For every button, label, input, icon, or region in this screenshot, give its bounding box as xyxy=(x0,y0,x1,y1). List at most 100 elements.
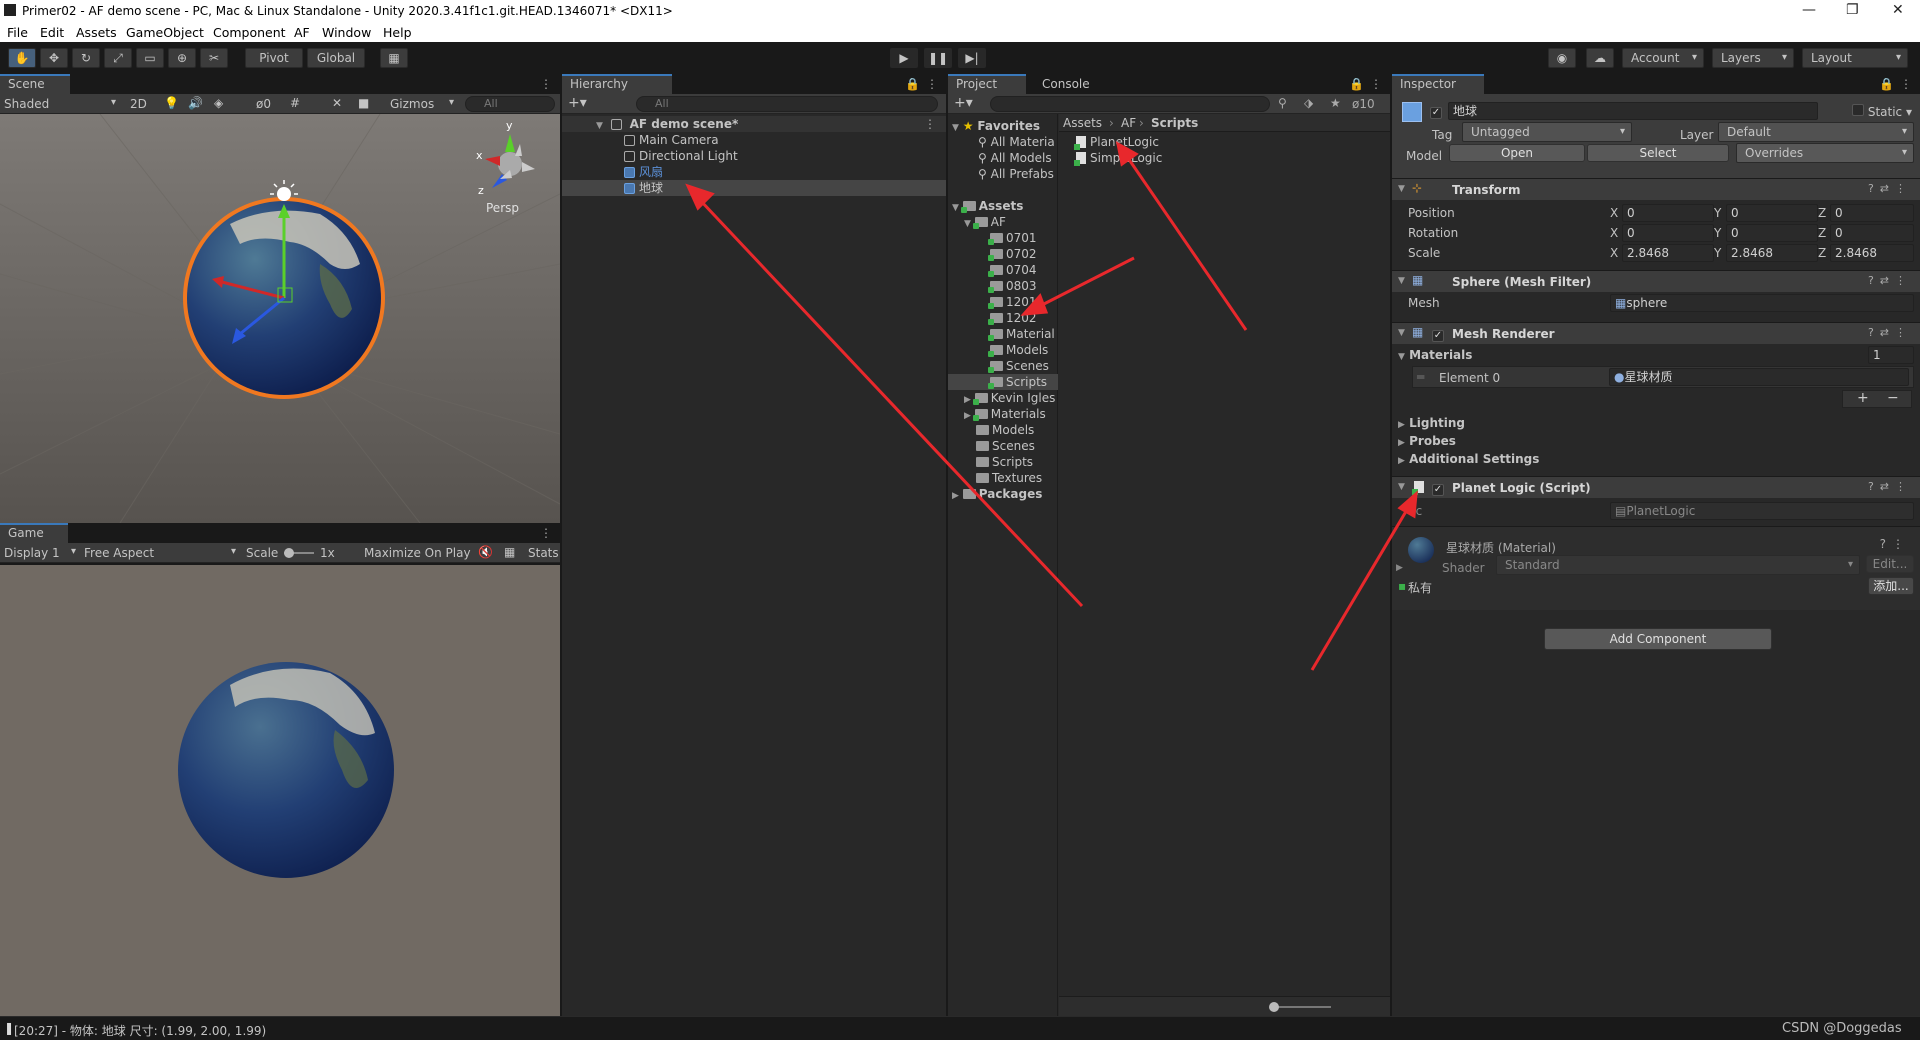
hidden-objects-icon[interactable]: ø0 xyxy=(256,97,271,111)
toggle-2d[interactable]: 2D xyxy=(130,97,147,111)
tools-icon[interactable]: ✕ xyxy=(332,96,342,110)
materials-foldout[interactable]: ▼ Materials xyxy=(1398,348,1472,362)
play-button[interactable]: ▶ xyxy=(890,48,918,68)
hierarchy-scene-row[interactable]: ▼ AF demo scene* ⋮ xyxy=(562,116,946,132)
file-item-planetlogic[interactable]: PlanetLogic xyxy=(1074,134,1159,150)
object-active-checkbox[interactable]: ✓ xyxy=(1430,104,1442,119)
scene-row-menu-icon[interactable]: ⋮ xyxy=(924,116,936,132)
audio-icon[interactable]: 🔊 xyxy=(188,96,203,110)
component-header-icons[interactable]: ?⇄⋮ xyxy=(1868,182,1912,195)
static-checkbox[interactable]: Static ▾ xyxy=(1852,104,1912,119)
additional-settings-foldout[interactable]: ▶ Additional Settings xyxy=(1398,452,1539,466)
material-foldout-icon[interactable]: ▶ xyxy=(1396,563,1403,573)
project-hidden-count-icon[interactable]: ø10 xyxy=(1352,97,1375,111)
scale-tool-icon[interactable]: ⤢ xyxy=(104,48,132,68)
packages-folder-row[interactable]: ▶ Packages xyxy=(952,486,1042,502)
hierarchy-item-directional-light[interactable]: Directional Light xyxy=(624,148,738,164)
mute-audio-icon[interactable]: 🔇 xyxy=(478,545,493,559)
game-menu-icon[interactable]: ⋮ xyxy=(540,526,552,540)
material-header-icons[interactable]: ?⋮ xyxy=(1880,537,1910,551)
af-folder-row[interactable]: ▼ AF xyxy=(964,214,1006,230)
tab-hierarchy[interactable]: Hierarchy xyxy=(562,74,672,94)
overrides-dropdown[interactable]: Overrides xyxy=(1736,143,1914,163)
list-add-icon[interactable]: + xyxy=(1857,390,1869,406)
file-item-simplelogic[interactable]: SimpleLogic xyxy=(1074,150,1162,166)
folder-item[interactable]: Models xyxy=(988,342,1048,358)
grid-icon[interactable]: # xyxy=(290,96,300,110)
folder-item[interactable]: 0803 xyxy=(988,278,1037,294)
tab-inspector[interactable]: Inspector xyxy=(1392,74,1484,94)
gizmo-grid-icon[interactable]: ▦ xyxy=(504,545,515,559)
lighting-icon[interactable]: 💡 xyxy=(164,96,179,110)
rotation-x-field[interactable]: 0 xyxy=(1622,224,1714,242)
icon-size-slider[interactable] xyxy=(1271,1006,1331,1008)
hierarchy-item-main-camera[interactable]: Main Camera xyxy=(624,132,719,148)
scale-x-field[interactable]: 2.8468 xyxy=(1622,244,1714,262)
open-model-button[interactable]: Open xyxy=(1449,144,1585,162)
folder-item[interactable]: Models xyxy=(976,422,1034,438)
folder-item[interactable]: 0704 xyxy=(988,262,1037,278)
favorite-star-icon[interactable]: ★ xyxy=(1330,96,1341,110)
transform-header[interactable]: ▼ ⊹ Transform ?⇄⋮ xyxy=(1392,178,1920,200)
menu-assets[interactable]: Assets xyxy=(76,25,117,40)
materials-count-field[interactable]: 1 xyxy=(1868,346,1914,364)
position-y-field[interactable]: 0 xyxy=(1726,204,1818,222)
menu-af[interactable]: AF xyxy=(294,25,310,40)
shader-dropdown[interactable]: Standard xyxy=(1496,555,1860,575)
shading-dropdown[interactable]: Shaded ▾ xyxy=(4,97,116,111)
favorites-row[interactable]: ▼ ★ Favorites xyxy=(952,118,1040,134)
persp-label[interactable]: Persp xyxy=(486,201,519,215)
menu-component[interactable]: Component xyxy=(213,25,286,40)
select-model-button[interactable]: Select xyxy=(1587,144,1729,162)
rotation-z-field[interactable]: 0 xyxy=(1830,224,1914,242)
hierarchy-item-fan[interactable]: 风扇 xyxy=(624,164,663,180)
list-remove-icon[interactable]: − xyxy=(1887,390,1899,406)
breadcrumb-assets[interactable]: Assets xyxy=(1063,116,1102,130)
cloud-icon[interactable]: ☁ xyxy=(1586,48,1614,68)
custom-tool-icon[interactable]: ✂ xyxy=(200,48,228,68)
icon-size-slider-thumb[interactable] xyxy=(1269,1002,1279,1012)
folder-item[interactable]: 0702 xyxy=(988,246,1037,262)
folder-item[interactable]: ▶ Kevin Igles xyxy=(964,390,1055,406)
planet-logic-enabled-checkbox[interactable]: ✓ xyxy=(1432,481,1444,496)
tab-game[interactable]: Game xyxy=(0,523,68,543)
hierarchy-menu-icon[interactable]: ⋮ xyxy=(926,77,938,91)
layer-dropdown[interactable]: Default xyxy=(1718,122,1914,142)
lighting-foldout[interactable]: ▶ Lighting xyxy=(1398,416,1465,430)
folder-item[interactable]: Scenes xyxy=(988,358,1049,374)
folder-item[interactable]: 1202 xyxy=(988,310,1037,326)
menu-window[interactable]: Window xyxy=(322,25,371,40)
search-by-label-icon[interactable]: ⬗ xyxy=(1304,96,1313,110)
collab-icon[interactable]: ◉ xyxy=(1548,48,1576,68)
status-text[interactable]: [20:27] - 物体: 地球 尺寸: (1.99, 2.00, 1.99) xyxy=(14,1022,266,1039)
favorite-item[interactable]: ⚲ All Models xyxy=(978,150,1052,166)
tag-dropdown[interactable]: Untagged xyxy=(1462,122,1632,142)
breadcrumb-af[interactable]: AF xyxy=(1121,116,1136,130)
hand-tool-icon[interactable]: ✋ xyxy=(8,48,36,68)
element0-field[interactable]: ●星球材质 xyxy=(1609,368,1909,386)
folder-item[interactable]: Textures xyxy=(976,470,1042,486)
folder-item[interactable]: Material xyxy=(988,326,1055,342)
folder-item[interactable]: Scripts xyxy=(976,454,1033,470)
folder-item[interactable]: 1201 xyxy=(988,294,1037,310)
breadcrumb-scripts[interactable]: Scripts xyxy=(1151,116,1198,130)
close-icon[interactable]: ✕ xyxy=(1892,2,1904,18)
rotation-y-field[interactable]: 0 xyxy=(1726,224,1818,242)
probes-foldout[interactable]: ▶ Probes xyxy=(1398,434,1456,448)
material-add-button[interactable]: 添加... xyxy=(1868,577,1914,595)
assets-folder-row[interactable]: ▼ Assets xyxy=(952,198,1023,214)
step-button[interactable]: ▶| xyxy=(958,48,986,68)
favorite-item[interactable]: ⚲ All Prefabs xyxy=(978,166,1054,182)
component-header-icons[interactable]: ?⇄⋮ xyxy=(1868,274,1912,287)
layout-dropdown[interactable]: Layout xyxy=(1802,48,1908,68)
restore-icon[interactable]: ❐ xyxy=(1846,2,1859,18)
hierarchy-search-input[interactable]: All xyxy=(636,96,938,112)
transform-tool-icon[interactable]: ⊕ xyxy=(168,48,196,68)
maximize-on-play-toggle[interactable]: Maximize On Play xyxy=(364,546,471,560)
favorite-item[interactable]: ⚲ All Materia xyxy=(978,134,1055,150)
inspector-menu-icon[interactable]: ⋮ xyxy=(1900,77,1912,91)
folder-item-selected[interactable]: Scripts xyxy=(948,374,1058,390)
position-z-field[interactable]: 0 xyxy=(1830,204,1914,222)
hierarchy-lock-icon[interactable]: 🔒 xyxy=(905,77,920,91)
folder-item[interactable]: Scenes xyxy=(976,438,1035,454)
